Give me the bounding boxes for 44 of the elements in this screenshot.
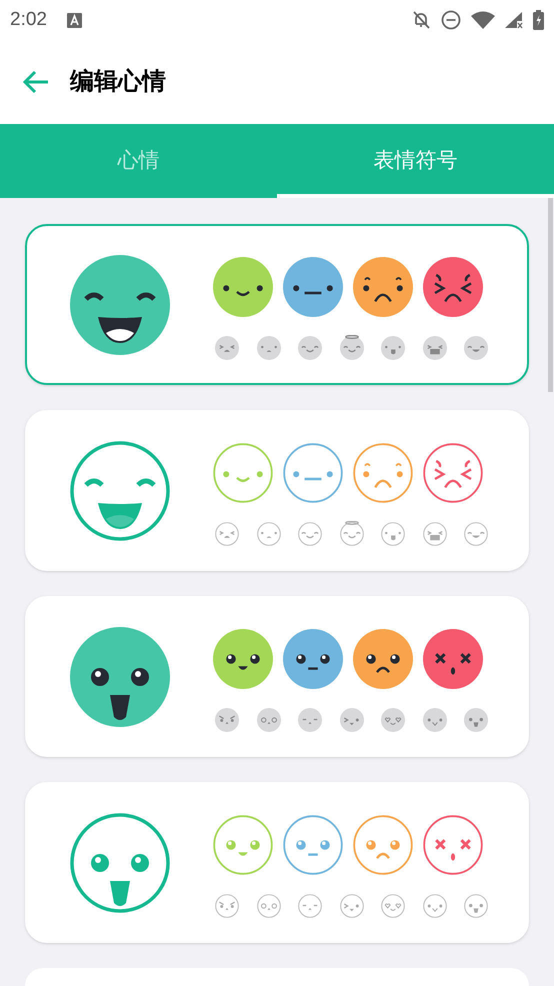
face-icon bbox=[297, 892, 323, 918]
status-time: 2:02 bbox=[10, 8, 47, 32]
bell-off-icon bbox=[411, 10, 431, 30]
face-icon bbox=[463, 892, 489, 918]
face-icon bbox=[380, 706, 406, 732]
face-icon bbox=[297, 706, 323, 732]
signal-icon bbox=[505, 10, 523, 30]
face-icon bbox=[297, 334, 323, 360]
face-icon bbox=[214, 334, 240, 360]
face-icon bbox=[256, 706, 282, 732]
face-icon bbox=[422, 892, 448, 918]
face-icon bbox=[338, 520, 364, 546]
face-icon bbox=[297, 520, 323, 546]
face-icon bbox=[70, 440, 170, 540]
face-icon bbox=[214, 892, 240, 918]
face-icon bbox=[380, 892, 406, 918]
tab[interactable]: 表情符号 bbox=[277, 124, 554, 198]
wifi-icon bbox=[471, 10, 495, 30]
keyboard-icon bbox=[66, 12, 82, 28]
face-icon bbox=[338, 334, 364, 360]
back-arrow-icon[interactable] bbox=[22, 70, 50, 94]
emoji-set-card[interactable] bbox=[25, 224, 529, 385]
face-icon bbox=[380, 334, 406, 360]
face-icon bbox=[256, 520, 282, 546]
battery-icon bbox=[533, 10, 544, 30]
face-icon bbox=[338, 892, 364, 918]
page-title: 编辑心情 bbox=[70, 67, 166, 97]
face-icon bbox=[422, 520, 448, 546]
face-icon bbox=[214, 520, 240, 546]
face-icon bbox=[463, 334, 489, 360]
face-icon bbox=[422, 334, 448, 360]
face-icon bbox=[463, 706, 489, 732]
face-icon bbox=[338, 706, 364, 732]
do-not-disturb-icon bbox=[441, 10, 461, 30]
face-icon bbox=[214, 706, 240, 732]
tab[interactable]: 心情 bbox=[0, 124, 277, 198]
face-icon bbox=[422, 706, 448, 732]
face-icon bbox=[256, 334, 282, 360]
face-icon bbox=[380, 520, 406, 546]
face-icon bbox=[70, 812, 170, 912]
face-icon bbox=[256, 892, 282, 918]
face-icon bbox=[70, 254, 170, 354]
face-icon bbox=[70, 626, 170, 726]
face-icon bbox=[463, 520, 489, 546]
